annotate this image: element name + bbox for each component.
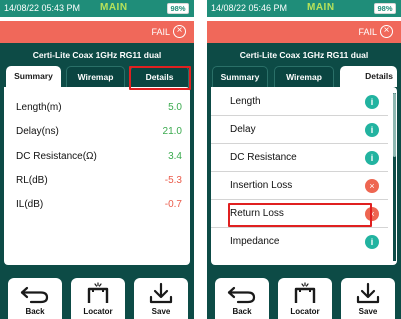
back-button[interactable]: Back (215, 278, 269, 319)
measurement-label: Delay(ns) (16, 126, 59, 137)
status-bar: 14/08/22 05:46 PM MAIN 98% (207, 0, 401, 17)
circle-x-icon: × (380, 25, 393, 38)
tab-wiremap[interactable]: Wiremap (274, 66, 334, 87)
back-button-label: Back (232, 307, 252, 316)
measurement-label: IL(dB) (16, 199, 44, 210)
details-item-delay[interactable]: Delay i (211, 116, 388, 144)
details-item-label: Delay (230, 124, 256, 135)
tab-summary[interactable]: Summary (212, 66, 268, 87)
measurement-label: RL(dB) (16, 175, 48, 186)
details-item-label: Impedance (230, 236, 280, 247)
status-mode: MAIN (307, 2, 335, 13)
tab-details[interactable]: Details (340, 66, 397, 87)
details-scrollbar-thumb[interactable] (393, 93, 396, 157)
battery-indicator: 98% (374, 3, 396, 14)
status-mode: MAIN (100, 2, 128, 13)
status-bar: 14/08/22 05:43 PM MAIN 98% (0, 0, 194, 17)
tester-screen-summary: 14/08/22 05:43 PM MAIN 98% FAIL × Certi-… (0, 0, 194, 319)
details-item-impedance[interactable]: Impedance i (211, 228, 388, 256)
fail-banner[interactable]: FAIL × (0, 21, 194, 43)
measurement-value: 5.0 (168, 102, 182, 113)
test-title: Certi-Lite Coax 1GHz RG11 dual (239, 50, 369, 60)
measurement-row-il: IL(dB) -0.7 (16, 199, 182, 213)
fail-banner[interactable]: FAIL × (207, 21, 401, 43)
measurement-row-rl: RL(dB) -5.3 (16, 175, 182, 189)
measurement-row-dc-resistance: DC Resistance(Ω) 3.4 (16, 151, 182, 165)
status-time: 14/08/22 05:43 PM (4, 3, 81, 13)
return-arrow-icon (227, 286, 256, 304)
measurement-label: Length(m) (16, 102, 62, 113)
error-circle-x-icon[interactable]: × (365, 179, 379, 193)
tab-summary[interactable]: Summary (6, 66, 61, 87)
tab-wiremap[interactable]: Wiremap (66, 66, 125, 87)
details-item-label: DC Resistance (230, 152, 297, 163)
info-circle-icon[interactable]: i (365, 95, 379, 109)
save-button[interactable]: Save (134, 278, 188, 319)
details-tab-highlight (129, 66, 191, 90)
back-button[interactable]: Back (8, 278, 62, 319)
save-button-label: Save (151, 307, 171, 316)
locator-button-label: Locator (83, 307, 113, 316)
locator-button[interactable]: Locator (278, 278, 332, 319)
save-button-label: Save (358, 307, 378, 316)
battery-indicator: 98% (167, 3, 189, 14)
measurement-value: -0.7 (164, 199, 182, 210)
details-item-length[interactable]: Length i (211, 88, 388, 116)
download-tray-icon (356, 282, 380, 304)
details-item-insertion-loss[interactable]: Insertion Loss × (211, 172, 388, 200)
fail-label: FAIL (151, 27, 170, 37)
test-title: Certi-Lite Coax 1GHz RG11 dual (32, 50, 162, 60)
locator-bracket-icon (294, 282, 316, 303)
details-item-label: Length (230, 96, 261, 107)
measurement-value: -5.3 (164, 175, 182, 186)
save-button[interactable]: Save (341, 278, 395, 319)
info-circle-icon[interactable]: i (365, 151, 379, 165)
details-item-label: Insertion Loss (230, 180, 293, 191)
circle-x-icon: × (173, 25, 186, 38)
locator-button-label: Locator (290, 307, 320, 316)
measurement-label: DC Resistance(Ω) (16, 151, 97, 162)
details-item-dc-resistance[interactable]: DC Resistance i (211, 144, 388, 172)
download-tray-icon (149, 282, 173, 304)
return-arrow-icon (20, 286, 49, 304)
return-loss-highlight (228, 203, 372, 227)
info-circle-icon[interactable]: i (365, 123, 379, 137)
locator-bracket-icon (87, 282, 109, 303)
info-circle-icon[interactable]: i (365, 235, 379, 249)
tester-screen-details: 14/08/22 05:46 PM MAIN 98% FAIL × Certi-… (207, 0, 401, 319)
fail-label: FAIL (358, 27, 377, 37)
measurement-row-length: Length(m) 5.0 (16, 102, 182, 116)
measurement-value: 3.4 (168, 151, 182, 162)
measurement-value: 21.0 (162, 126, 182, 137)
back-button-label: Back (25, 307, 45, 316)
status-time: 14/08/22 05:46 PM (211, 3, 288, 13)
locator-button[interactable]: Locator (71, 278, 125, 319)
measurement-row-delay: Delay(ns) 21.0 (16, 126, 182, 140)
